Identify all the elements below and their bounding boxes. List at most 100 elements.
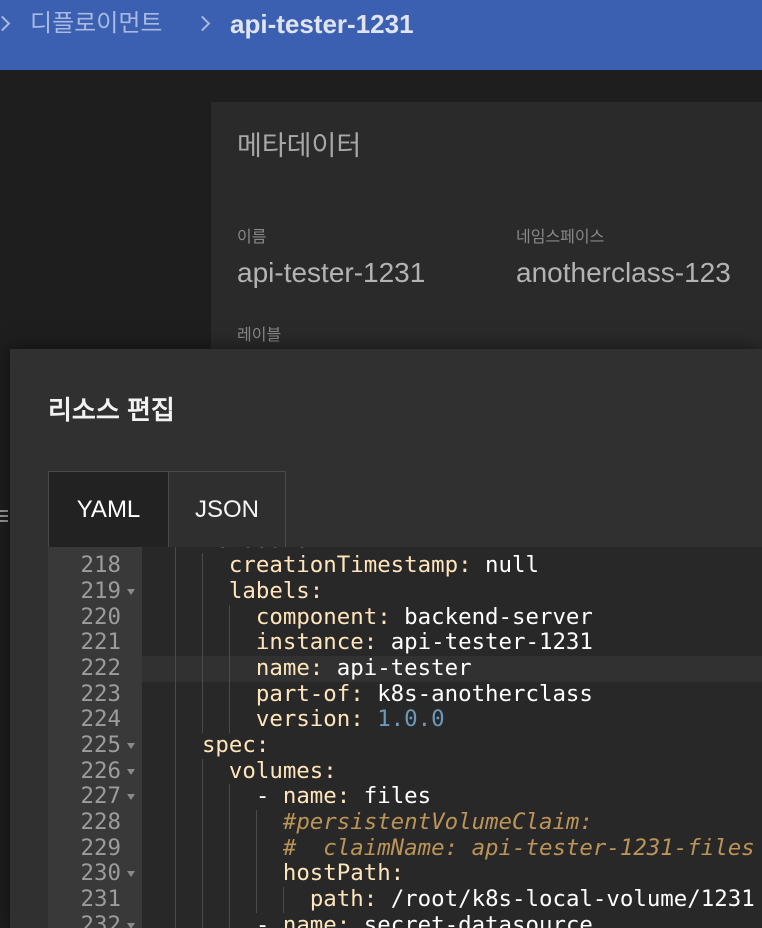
code-text: component: backend-server (148, 603, 593, 631)
fold-arrow-icon[interactable] (127, 922, 135, 928)
tab-yaml[interactable]: YAML (49, 472, 168, 547)
yaml-comment: # claimName: api-tester-1231-files (282, 834, 755, 861)
name-label: 이름 (237, 229, 267, 246)
indent-guide (256, 887, 283, 913)
indent-guide (175, 759, 202, 785)
code-line[interactable]: 223 part-of: k8s-anotherclass (48, 681, 762, 708)
indent-guide (229, 784, 256, 810)
line-number: 229 (48, 835, 142, 862)
line-number-text: 218 (80, 552, 121, 579)
code-line[interactable]: 222 name: api-tester (48, 654, 762, 682)
indent-guide (202, 579, 229, 605)
indent-guide (202, 836, 229, 862)
code-line[interactable]: 232 - name: secret-datasource (48, 911, 762, 928)
line-number: 232 (48, 911, 142, 928)
indent-guide (175, 810, 202, 836)
yaml-key: labels: (228, 577, 324, 604)
yaml-comment: #persistentVolumeClaim: (282, 809, 593, 836)
indent-guide (202, 707, 229, 733)
breadcrumb-deployments-link[interactable]: 디플로이먼트 (30, 10, 162, 38)
line-number: 226 (48, 758, 142, 785)
indent-guide (175, 733, 202, 759)
editor-lines: 217 metadata:218 creationTimestamp: null… (48, 547, 762, 928)
code-text: creationTimestamp: null (148, 552, 539, 579)
line-number-text: 227 (80, 783, 121, 810)
yaml-key: instance: (255, 629, 378, 656)
yaml-value: api-tester (336, 654, 472, 681)
top-bar: 디플로이먼트 api-tester-1231 (0, 0, 762, 70)
indent-guide (256, 810, 283, 836)
line-number: 230 (48, 861, 142, 887)
code-text: instance: api-tester-1231 (148, 629, 593, 656)
indent-guide (175, 913, 202, 928)
indent-guide (202, 682, 229, 708)
code-line[interactable]: 230 hostPath: (48, 861, 762, 887)
labels-label: 레이블 (237, 327, 282, 344)
fold-arrow-icon[interactable] (127, 794, 135, 801)
code-line[interactable]: 228 #persistentVolumeClaim: (48, 809, 762, 836)
code-text: - name: secret-datasource (148, 911, 593, 928)
indent-guide (175, 605, 202, 631)
indent-guide (175, 630, 202, 656)
code-line[interactable]: 220 component: backend-server (48, 603, 762, 631)
indent-guide (175, 707, 202, 733)
line-number-text: 231 (80, 886, 121, 913)
line-number-text: 219 (80, 577, 121, 604)
line-number: 219 (48, 577, 142, 605)
code-line[interactable]: 226 volumes: (48, 757, 762, 785)
line-number: 220 (48, 603, 142, 631)
card-title: 메타데이터 (237, 131, 362, 161)
code-text: labels: (148, 577, 324, 605)
line-number: 231 (48, 886, 142, 913)
tab-json[interactable]: JSON (168, 472, 285, 547)
yaml-key: path: (309, 886, 378, 913)
line-number-text: 232 (80, 911, 121, 928)
line-number: 225 (48, 732, 142, 759)
fold-arrow-icon[interactable] (127, 871, 135, 878)
indent-guide (175, 784, 202, 810)
line-number: 227 (48, 784, 142, 810)
code-line[interactable]: 225 spec: (48, 732, 762, 759)
fold-arrow-icon[interactable] (127, 588, 135, 595)
indent-guide (229, 887, 256, 913)
code-text: part-of: k8s-anotherclass (148, 681, 593, 708)
indent-guide (256, 836, 283, 862)
code-line[interactable]: 229 # claimName: api-tester-1231-files (48, 834, 762, 862)
code-line[interactable]: 219 labels: (48, 577, 762, 605)
code-line[interactable]: 221 instance: api-tester-1231 (48, 629, 762, 656)
indent-guide (175, 887, 202, 913)
code-line[interactable]: 231 path: /root/k8s-local-volume/1231 (48, 886, 762, 913)
indent-guide (202, 913, 229, 928)
code-line[interactable]: 227 - name: files (48, 784, 762, 810)
code-line[interactable]: 224 version: 1.0.0 (48, 706, 762, 733)
code-line[interactable]: 218 creationTimestamp: null (48, 552, 762, 579)
code-text: spec: (148, 732, 270, 759)
yaml-key: spec: (201, 732, 270, 758)
indent-guide (175, 553, 202, 579)
fold-arrow-icon[interactable] (127, 743, 135, 749)
yaml-value: backend-server (404, 603, 593, 630)
indent-guide (229, 682, 256, 708)
code-editor[interactable]: 217 metadata:218 creationTimestamp: null… (48, 547, 762, 928)
menu-icon[interactable] (0, 509, 8, 523)
code-text: #persistentVolumeClaim: (148, 809, 593, 836)
fold-arrow-icon[interactable] (127, 768, 135, 775)
indent-guide (202, 784, 229, 810)
yaml-key: volumes: (228, 757, 337, 784)
line-number-text: 221 (80, 629, 121, 656)
line-number-text: 224 (80, 706, 121, 733)
line-number: 218 (48, 552, 142, 579)
yaml-value: secret-datasource (363, 911, 593, 928)
line-number: 221 (48, 629, 142, 656)
indent-guide (175, 861, 202, 887)
yaml-key: name: (255, 654, 324, 681)
indent-guide (175, 656, 202, 682)
line-number-text: 220 (80, 603, 121, 630)
edit-resource-dialog: 리소스 편집 YAML JSON 217 metadata:218 creati… (10, 349, 762, 928)
line-number: 228 (48, 809, 142, 836)
